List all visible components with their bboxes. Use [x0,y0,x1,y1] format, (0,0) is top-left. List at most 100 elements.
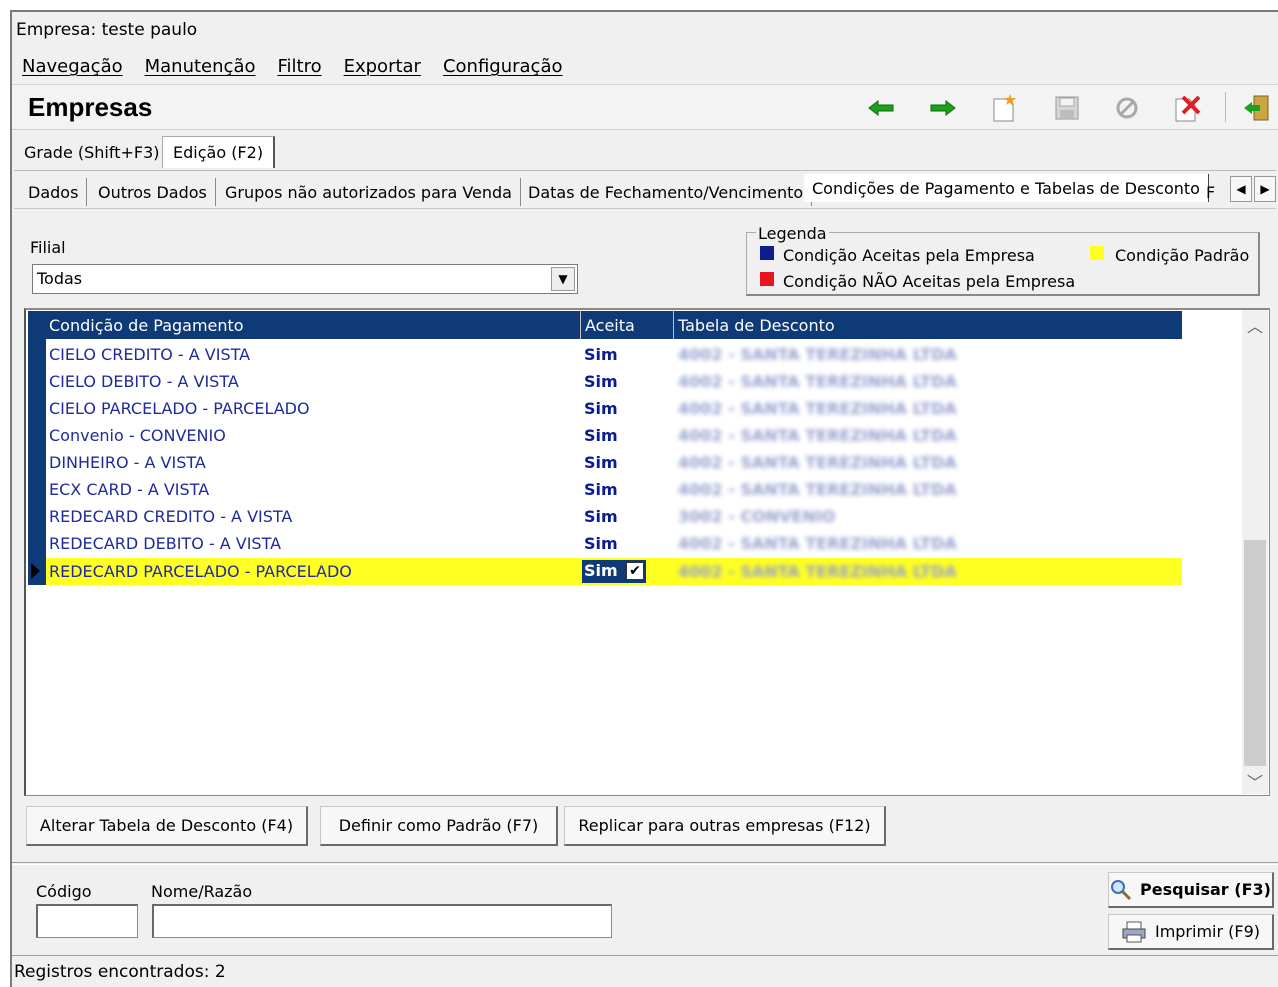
row-tabela: 4002 - SANTA TEREZINHA LTDA [678,372,957,391]
table-row[interactable]: REDECARD DEBITO - A VISTA Sim 4002 - SAN… [46,530,1182,557]
row-aceita[interactable]: Sim [584,453,618,472]
grid-header: Condição de Pagamento Aceita Tabela de D… [46,311,1182,339]
arrow-left-icon[interactable] [864,92,898,124]
row-tabela: 4002 - SANTA TEREZINHA LTDA [678,453,957,472]
row-condicao: REDECARD PARCELADO - PARCELADO [49,562,352,581]
row-aceita-editor[interactable]: Sim ✔ [582,560,646,583]
exit-icon[interactable] [1240,92,1274,124]
tab-divider [14,170,1276,171]
delete-icon[interactable] [1170,92,1204,124]
row-aceita[interactable]: Sim [584,426,618,445]
row-aceita[interactable]: Sim [584,480,618,499]
imprimir-button[interactable]: Imprimir (F9) [1108,914,1274,950]
legend-title: Legenda [756,224,829,243]
imprimir-label: Imprimir (F9) [1154,922,1261,941]
filial-label: Filial [30,238,66,257]
menu-filtro[interactable]: Filtro [277,56,321,77]
tab-grade[interactable]: Grade (Shift+F3) [14,136,170,168]
table-row[interactable]: Convenio - CONVENIO Sim 4002 - SANTA TER… [46,422,1182,449]
tab-scroll-left-icon[interactable]: ◀ [1230,176,1252,202]
tab-scroll-right-icon[interactable]: ▶ [1254,176,1276,202]
legend-default-label: Condição Padrão [1115,246,1250,265]
row-tabela: 4002 - SANTA TEREZINHA LTDA [678,480,957,499]
legend-not-accepted-swatch [760,272,774,286]
row-tabela: 4002 - SANTA TEREZINHA LTDA [678,399,957,418]
row-condicao: DINHEIRO - A VISTA [49,453,206,472]
current-row-pointer-icon [31,563,40,579]
tab-truncated[interactable]: F [1202,178,1219,206]
row-tabela: 3002 - CONVENIO [678,507,836,526]
row-condicao: Convenio - CONVENIO [49,426,226,445]
tab-condicoes-pagamento[interactable]: Condições de Pagamento e Tabelas de Desc… [804,174,1209,202]
definir-padrao-button[interactable]: Definir como Padrão (F7) [320,806,558,846]
row-condicao: REDECARD DEBITO - A VISTA [49,534,282,553]
row-condicao: CIELO PARCELADO - PARCELADO [49,399,310,418]
arrow-right-icon[interactable] [926,92,960,124]
tab-edicao[interactable]: Edição (F2) [162,136,276,168]
table-row[interactable]: CIELO CREDITO - A VISTA Sim 4002 - SANTA… [46,341,1182,368]
pesquisar-button[interactable]: Pesquisar (F3) [1108,872,1274,908]
legend-accepted-swatch [760,246,774,260]
title-bar [12,84,1278,130]
menu-bar: Navegação Manutenção Filtro Exportar Con… [22,56,563,77]
row-aceita: Sim [584,561,618,580]
row-aceita[interactable]: Sim [584,372,618,391]
tab-grupos-nao-autorizados[interactable]: Grupos não autorizados para Venda [217,178,521,206]
table-row[interactable]: CIELO DEBITO - A VISTA Sim 4002 - SANTA … [46,368,1182,395]
save-icon[interactable] [1050,92,1084,124]
table-row[interactable]: ECX CARD - A VISTA Sim 4002 - SANTA TERE… [46,476,1182,503]
col-tabela-header[interactable]: Tabela de Desconto [678,316,835,335]
table-row[interactable]: DINHEIRO - A VISTA Sim 4002 - SANTA TERE… [46,449,1182,476]
toolbar-separator [1225,92,1226,122]
status-text: Registros encontrados: 2 [14,962,226,982]
nome-label: Nome/Razão [151,882,253,901]
legend-default-swatch [1090,246,1104,260]
replicar-button[interactable]: Replicar para outras empresas (F12) [564,806,886,846]
menu-configuracao[interactable]: Configuração [443,56,563,77]
row-condicao: REDECARD CREDITO - A VISTA [49,507,293,526]
tab-outros-dados[interactable]: Outros Dados [90,178,216,206]
col-aceita-header[interactable]: Aceita [585,316,635,335]
row-condicao: CIELO DEBITO - A VISTA [49,372,239,391]
scroll-up-icon[interactable]: ︿ [1244,314,1266,336]
row-tabela: 4002 - SANTA TEREZINHA LTDA [678,562,957,581]
codigo-field[interactable] [36,904,138,938]
tab-dados[interactable]: Dados [20,178,88,206]
legend-not-accepted-label: Condição NÃO Aceitas pela Empresa [783,272,1076,291]
col-condicao-header[interactable]: Condição de Pagamento [49,316,244,335]
table-row-selected[interactable]: REDECARD PARCELADO - PARCELADO Sim ✔ 400… [46,558,1182,585]
table-row[interactable]: REDECARD CREDITO - A VISTA Sim 3002 - CO… [46,503,1182,530]
row-aceita[interactable]: Sim [584,399,618,418]
cancel-icon[interactable] [1110,92,1144,124]
scroll-thumb[interactable] [1244,540,1266,766]
row-aceita[interactable]: Sim [584,507,618,526]
alterar-tabela-button[interactable]: Alterar Tabela de Desconto (F4) [26,806,308,846]
scroll-down-icon[interactable]: ﹀ [1244,770,1266,792]
menu-exportar[interactable]: Exportar [344,56,421,77]
row-tabela: 4002 - SANTA TEREZINHA LTDA [678,534,957,553]
pesquisar-label: Pesquisar (F3) [1140,880,1271,899]
filial-value: Todas [37,269,83,288]
row-indicator-column [28,311,46,585]
new-record-icon[interactable] [988,92,1022,124]
row-condicao: CIELO CREDITO - A VISTA [49,345,251,364]
row-aceita[interactable]: Sim [584,534,618,553]
bottom-separator [12,862,1278,865]
table-row[interactable]: CIELO PARCELADO - PARCELADO Sim 4002 - S… [46,395,1182,422]
aceita-checkbox[interactable]: ✔ [626,562,644,580]
row-condicao: ECX CARD - A VISTA [49,480,210,499]
printer-icon [1122,921,1146,942]
legend-accepted-label: Condição Aceitas pela Empresa [783,246,1035,265]
nome-field[interactable] [152,904,612,938]
row-tabela: 4002 - SANTA TEREZINHA LTDA [678,426,957,445]
filial-select[interactable]: Todas ▼ [32,264,578,294]
tab-datas-fechamento[interactable]: Datas de Fechamento/Vencimento [520,178,813,206]
menu-navegacao[interactable]: Navegação [22,56,123,77]
chevron-down-icon[interactable]: ▼ [551,267,575,291]
codigo-label: Código [36,882,92,901]
header-separator [580,311,581,339]
search-icon [1111,879,1132,900]
menu-manutencao[interactable]: Manutenção [145,56,256,77]
row-aceita[interactable]: Sim [584,345,618,364]
row-tabela: 4002 - SANTA TEREZINHA LTDA [678,345,957,364]
